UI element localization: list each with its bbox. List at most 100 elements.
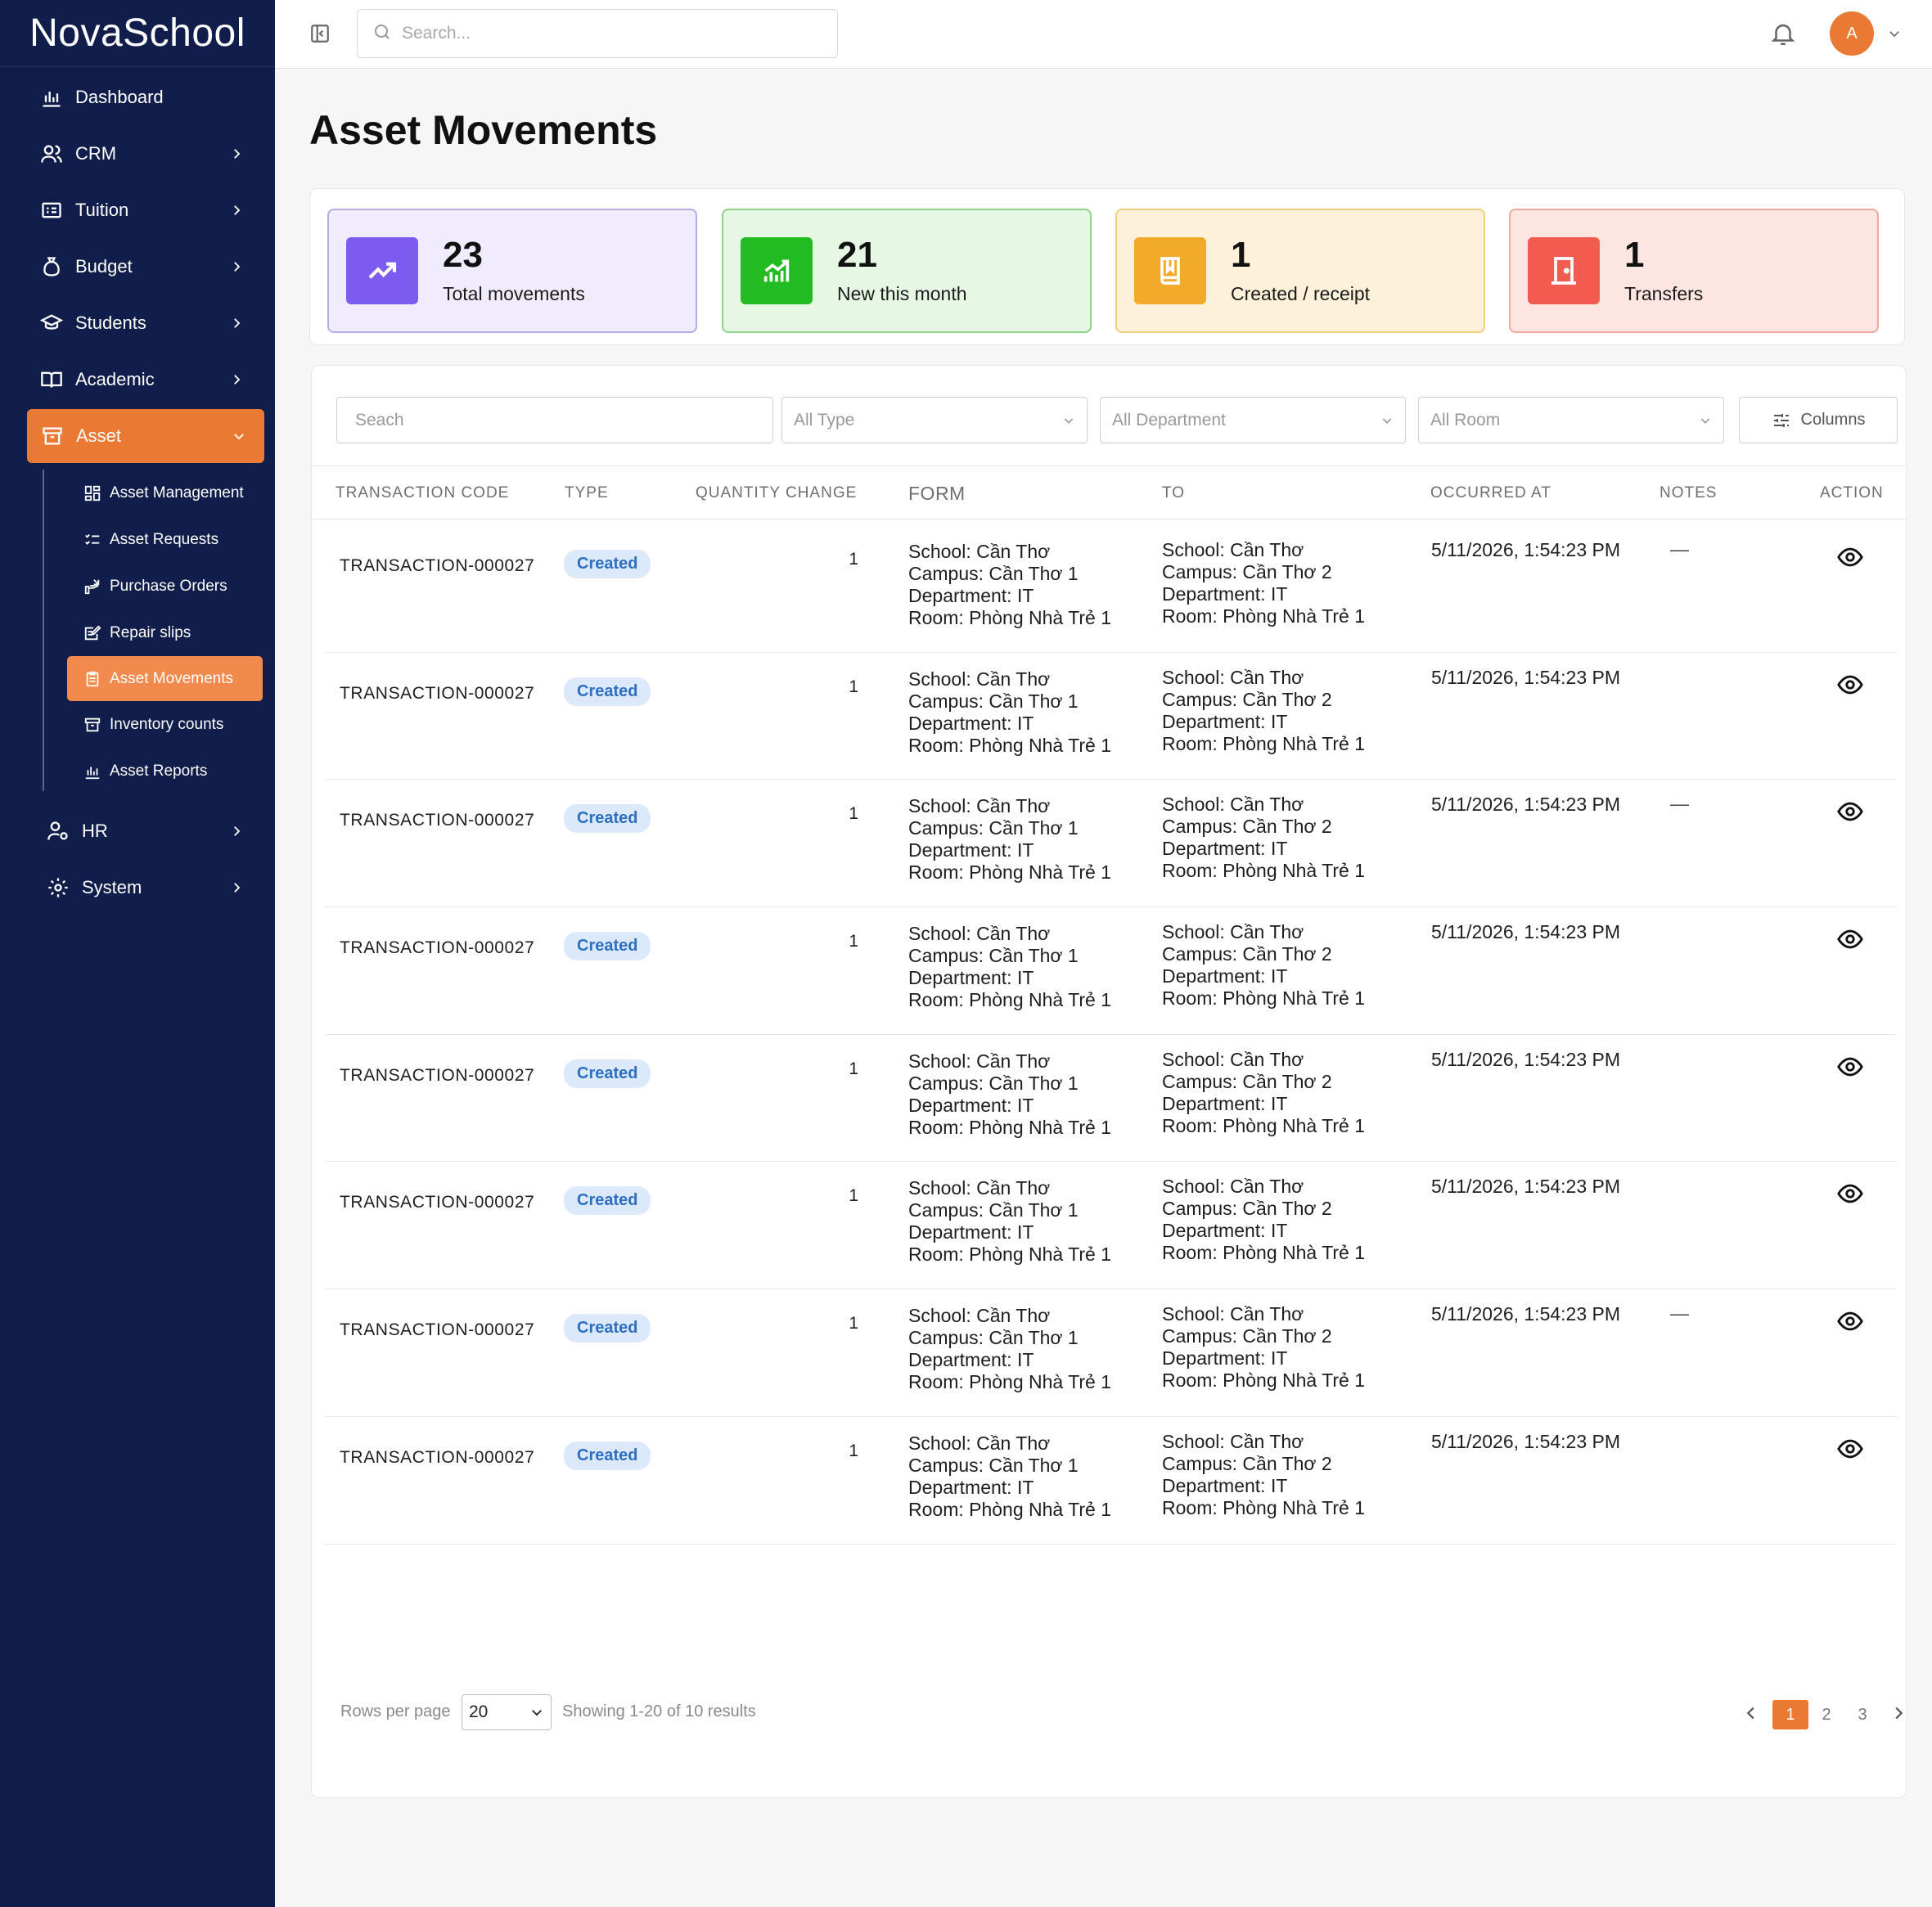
sidebar-item-crm[interactable]: CRM bbox=[0, 125, 275, 182]
table-row[interactable]: TRANSACTION-000027 Created 1 School: Cần Th… bbox=[325, 907, 1896, 1035]
sidebar-subitem-label: Asset Management bbox=[110, 483, 244, 501]
chevron-right-icon[interactable] bbox=[1889, 1704, 1907, 1722]
chevron-down-icon bbox=[1700, 417, 1710, 424]
chevron-right-icon bbox=[227, 145, 245, 163]
global-search-input[interactable] bbox=[402, 24, 811, 43]
table-row[interactable]: TRANSACTION-000027 Created 1 School: Cần Th… bbox=[325, 1417, 1896, 1545]
page-button[interactable]: 3 bbox=[1844, 1700, 1880, 1729]
chevron-right-icon bbox=[227, 258, 245, 276]
to-line: Room: Phòng Nhà Trẻ 1 bbox=[1162, 1242, 1366, 1264]
eye-icon[interactable] bbox=[1836, 925, 1864, 953]
occurred-at: 5/11/2026, 1:54:23 PM bbox=[1431, 1430, 1621, 1452]
column-header: ACTION bbox=[1820, 484, 1884, 501]
from-line: Campus: Cần Thơ 1 bbox=[908, 1454, 1079, 1476]
page-button[interactable]: 2 bbox=[1808, 1700, 1844, 1729]
type-badge: Created bbox=[564, 932, 651, 961]
to-location: School: Cần Thơ Campus: Cần Thơ 2 Departme… bbox=[1162, 539, 1365, 627]
filter-type-value: All Type bbox=[794, 410, 855, 430]
stat-label: New this month bbox=[837, 282, 967, 304]
to-line: Room: Phòng Nhà Trẻ 1 bbox=[1162, 605, 1366, 627]
from-line: Room: Phòng Nhà Trẻ 1 bbox=[908, 989, 1112, 1011]
gear-icon bbox=[44, 874, 72, 902]
sidebar-subitem-purchase-orders[interactable]: Purchase Orders bbox=[43, 563, 275, 609]
sidebar-subitem-label: Asset Requests bbox=[110, 530, 219, 548]
sidebar-item-tuition[interactable]: Tuition bbox=[0, 182, 275, 238]
eye-icon[interactable] bbox=[1836, 1307, 1864, 1335]
sidebar-item-budget[interactable]: Budget bbox=[0, 238, 275, 295]
column-header[interactable]: OCCURRED AT bbox=[1430, 466, 1551, 520]
from-line: Campus: Cần Thơ 1 bbox=[908, 563, 1079, 584]
table-row[interactable]: TRANSACTION-000027 Created 1 School: Cần Th… bbox=[325, 780, 1896, 908]
chevron-left-icon[interactable] bbox=[1742, 1704, 1760, 1722]
column-header[interactable]: QUANTITY CHANGE bbox=[696, 466, 857, 520]
eye-icon[interactable] bbox=[1836, 1053, 1864, 1081]
sidebar-subitem-asset-reports[interactable]: Asset Reports bbox=[43, 748, 275, 794]
eye-icon[interactable] bbox=[1836, 1180, 1864, 1208]
chevron-down-icon[interactable] bbox=[1887, 26, 1902, 41]
columns-button-label: Columns bbox=[1800, 411, 1866, 429]
sidebar-item-asset[interactable]: Asset bbox=[27, 409, 264, 463]
table-row[interactable]: TRANSACTION-000027 Created 1 School: Cần Th… bbox=[325, 1289, 1896, 1417]
from-line: Department: IT bbox=[908, 585, 1034, 606]
to-line: Room: Phòng Nhà Trẻ 1 bbox=[1162, 1114, 1366, 1136]
sidebar-toggle-icon[interactable] bbox=[309, 23, 331, 44]
columns-button[interactable]: Columns bbox=[1739, 397, 1898, 443]
inventory-icon bbox=[82, 714, 103, 735]
column-header[interactable]: TRANSACTION CODE bbox=[336, 466, 509, 520]
stat-value: 21 bbox=[837, 235, 877, 276]
column-header[interactable]: NOTES bbox=[1660, 466, 1717, 520]
column-header[interactable]: TYPE bbox=[565, 466, 609, 520]
filter-type-select[interactable]: All Type bbox=[781, 397, 1088, 443]
filter-search-input[interactable] bbox=[336, 397, 773, 443]
sidebar-item-students[interactable]: Students bbox=[0, 295, 275, 351]
sidebar-subitem-asset-movements[interactable]: Asset Movements bbox=[67, 656, 263, 701]
sidebar-subitem-inventory-counts[interactable]: Inventory counts bbox=[43, 701, 275, 748]
to-line: Department: IT bbox=[1162, 1474, 1288, 1496]
bell-icon[interactable] bbox=[1769, 18, 1797, 49]
to-line: Campus: Cần Thơ 2 bbox=[1162, 816, 1332, 838]
sidebar-item-system[interactable]: System bbox=[0, 859, 275, 915]
sidebar-subitem-label: Repair slips bbox=[110, 623, 191, 641]
sidebar-item-academic[interactable]: Academic bbox=[0, 351, 275, 407]
filter-department-value: All Department bbox=[1112, 410, 1226, 430]
to-line: School: Cần Thơ bbox=[1162, 666, 1304, 688]
avatar[interactable]: A bbox=[1830, 11, 1874, 56]
grid-icon bbox=[82, 483, 103, 504]
sidebar-item-label: Dashboard bbox=[75, 86, 164, 107]
chevron-down-icon bbox=[532, 1710, 542, 1716]
page-button[interactable]: 1 bbox=[1772, 1700, 1808, 1729]
asset-subnav: Asset Management Asset Requests Purchase… bbox=[43, 466, 275, 803]
sidebar-item-hr[interactable]: HR bbox=[0, 803, 275, 859]
from-line: Room: Phòng Nhà Trẻ 1 bbox=[908, 861, 1112, 884]
eye-icon[interactable] bbox=[1836, 798, 1864, 825]
rows-per-page-select[interactable]: 20 bbox=[462, 1694, 552, 1730]
app-logo[interactable]: NovaSchool bbox=[0, 0, 275, 67]
eye-icon[interactable] bbox=[1836, 543, 1864, 571]
table-row[interactable]: TRANSACTION-000027 Created 1 School: Cần Th… bbox=[325, 1035, 1896, 1163]
to-line: Campus: Cần Thơ 2 bbox=[1162, 1070, 1332, 1092]
sidebar-item-dashboard[interactable]: Dashboard bbox=[0, 69, 275, 125]
sidebar-item-label: Budget bbox=[75, 255, 133, 277]
table-row[interactable]: TRANSACTION-000027 Created 1 School: Cần Th… bbox=[325, 1162, 1896, 1290]
table-row[interactable]: TRANSACTION-000027 Created 1 School: Cần Th… bbox=[325, 653, 1896, 780]
global-search[interactable] bbox=[357, 9, 838, 58]
from-location: School: Cần Thơ Campus: Cần Thơ 1 Departme… bbox=[908, 923, 1111, 1011]
eye-icon[interactable] bbox=[1836, 671, 1864, 699]
column-header[interactable]: TO bbox=[1162, 466, 1185, 520]
table-header: TRANSACTION CODE TYPE QUANTITY CHANGE FO… bbox=[312, 466, 1907, 519]
column-header[interactable]: FORM bbox=[908, 466, 966, 520]
transaction-code: TRANSACTION-000027 bbox=[340, 811, 535, 830]
notes: — bbox=[1670, 538, 1689, 560]
eye-icon[interactable] bbox=[1836, 1435, 1864, 1463]
filter-department-select[interactable]: All Department bbox=[1100, 397, 1406, 443]
chevron-right-icon bbox=[227, 822, 245, 840]
sidebar-subitem-asset-management[interactable]: Asset Management bbox=[43, 470, 275, 516]
clipboard-icon bbox=[82, 668, 103, 690]
occurred-at: 5/11/2026, 1:54:23 PM bbox=[1431, 794, 1621, 816]
table-row[interactable]: TRANSACTION-000027 Created 1 School: Cần Th… bbox=[325, 525, 1896, 653]
sidebar-subitem-asset-requests[interactable]: Asset Requests bbox=[43, 516, 275, 563]
from-line: Department: IT bbox=[908, 1476, 1034, 1498]
filter-room-select[interactable]: All Room bbox=[1418, 397, 1724, 443]
transaction-code: TRANSACTION-000027 bbox=[340, 1447, 535, 1467]
sidebar-subitem-repair-slips[interactable]: Repair slips bbox=[43, 609, 275, 656]
